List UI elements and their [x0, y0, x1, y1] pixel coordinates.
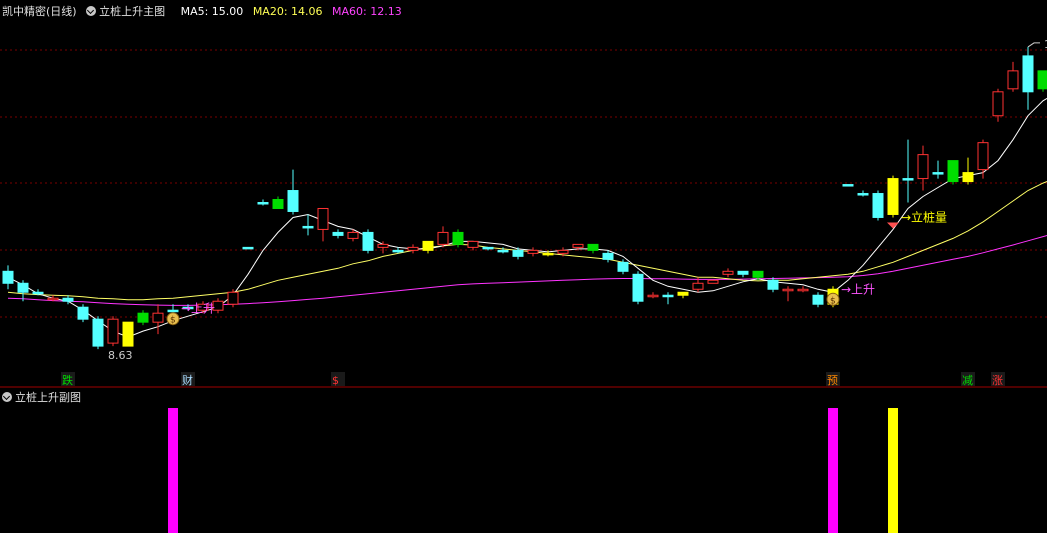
candle-body — [107, 318, 119, 344]
candle-body — [737, 270, 749, 275]
ma5-label: MA5: 15.00 — [180, 5, 244, 18]
event-marker: 涨 — [992, 374, 1003, 387]
candle-body — [872, 193, 884, 218]
candle-body — [347, 231, 359, 239]
gem-icon — [887, 222, 899, 229]
chart-window: { "header": { "stock_name": "凯中精密(日线)", … — [0, 0, 1047, 533]
candle-body — [467, 240, 479, 248]
signal-bar — [888, 408, 898, 533]
signal-bar — [168, 408, 178, 533]
event-marker: 减 — [962, 374, 973, 387]
high-pointer — [1027, 42, 1040, 48]
stock-name[interactable]: 凯中精密(日线) — [2, 5, 77, 18]
coin-symbol: $ — [170, 316, 176, 326]
chevron-down-icon[interactable] — [86, 6, 97, 16]
candle-body — [32, 291, 44, 295]
candle-body — [377, 243, 389, 248]
candle-body — [77, 306, 89, 320]
indicator-name: 立桩上升主图 — [99, 5, 166, 18]
candle-body — [1037, 70, 1047, 90]
candle-body — [332, 231, 344, 236]
ma60-label: MA60: 12.13 — [332, 5, 402, 18]
candle-body — [812, 294, 824, 305]
candle-body — [362, 231, 374, 251]
candle-body — [437, 231, 449, 245]
sub-indicator-name: 立桩上升副图 — [15, 391, 81, 404]
candle-body — [62, 297, 74, 302]
candle-body — [407, 246, 419, 251]
candle-body — [272, 199, 284, 209]
candle-body — [317, 207, 329, 230]
candle-body — [647, 294, 659, 298]
candle-body — [707, 279, 719, 284]
candle-body — [797, 288, 809, 292]
candle-body — [992, 91, 1004, 117]
candle-body — [392, 249, 404, 253]
signal-annotation: →上升 — [181, 302, 215, 316]
ma20-label: MA20: 14.06 — [252, 5, 323, 18]
candle-body — [542, 252, 554, 256]
candle-body — [1022, 55, 1034, 93]
candle-body — [977, 142, 989, 171]
event-marker: $ — [332, 374, 339, 387]
candle-body — [17, 282, 29, 293]
candle-body — [887, 178, 899, 215]
candle-body — [632, 273, 644, 302]
candle-body — [947, 160, 959, 183]
candle-body — [572, 243, 584, 248]
sub-header: 立桩上升副图 — [2, 390, 81, 406]
candle-body — [677, 291, 689, 296]
candle-body — [452, 231, 464, 245]
candle-body — [302, 225, 314, 229]
candle-body — [122, 321, 134, 347]
candle-body — [227, 291, 239, 305]
candle-body — [587, 243, 599, 251]
candle-body — [842, 184, 854, 187]
coin-symbol: $ — [830, 296, 836, 306]
candle-body — [152, 312, 164, 323]
candle-body — [92, 318, 104, 347]
candle-body — [782, 288, 794, 292]
ma20-line — [7, 180, 1047, 301]
candle-body — [557, 249, 569, 254]
candle-body — [137, 312, 149, 323]
candle-body — [752, 270, 764, 278]
candle-body — [662, 294, 674, 298]
candle-body — [257, 202, 269, 205]
event-marker: 财 — [182, 373, 193, 387]
candle-body — [962, 172, 974, 183]
candle-body — [527, 249, 539, 254]
candle-body — [497, 249, 509, 253]
candle-body — [767, 279, 779, 290]
sub-indicator-title[interactable]: 立桩上升副图 — [2, 391, 81, 404]
candle-body — [167, 309, 179, 313]
candle-body — [512, 249, 524, 257]
candle-body — [1007, 70, 1019, 90]
chart-canvas: 18.708.63$→上升$→上升→立桩量跌财$预减涨榜 — [0, 38, 1047, 533]
candle-body — [602, 252, 614, 260]
main-header: 凯中精密(日线) 立桩上升主图 MA5: 15.00 MA20: 14.06 M… — [2, 4, 408, 20]
candle-body — [422, 240, 434, 251]
candle-body — [857, 193, 869, 196]
signal-annotation: →立桩量 — [901, 209, 947, 224]
signal-annotation: →上升 — [841, 282, 875, 296]
candle-body — [617, 261, 629, 272]
low-price-label: 8.63 — [108, 349, 133, 362]
event-marker: 预 — [827, 374, 838, 387]
candle-body — [932, 172, 944, 175]
indicator-title[interactable]: 立桩上升主图 — [86, 5, 175, 18]
candle-body — [482, 246, 494, 250]
candle-body — [287, 190, 299, 212]
ma60-line — [7, 234, 1047, 306]
candle-body — [2, 270, 14, 284]
chevron-down-icon[interactable] — [2, 392, 12, 402]
candle-body — [47, 297, 59, 301]
candle-body — [692, 282, 704, 290]
candle-body — [902, 178, 914, 181]
event-marker: 跌 — [62, 373, 73, 387]
candle-body — [722, 270, 734, 275]
signal-bar — [828, 408, 838, 533]
candle-body — [917, 154, 929, 180]
candle-body — [242, 246, 254, 250]
